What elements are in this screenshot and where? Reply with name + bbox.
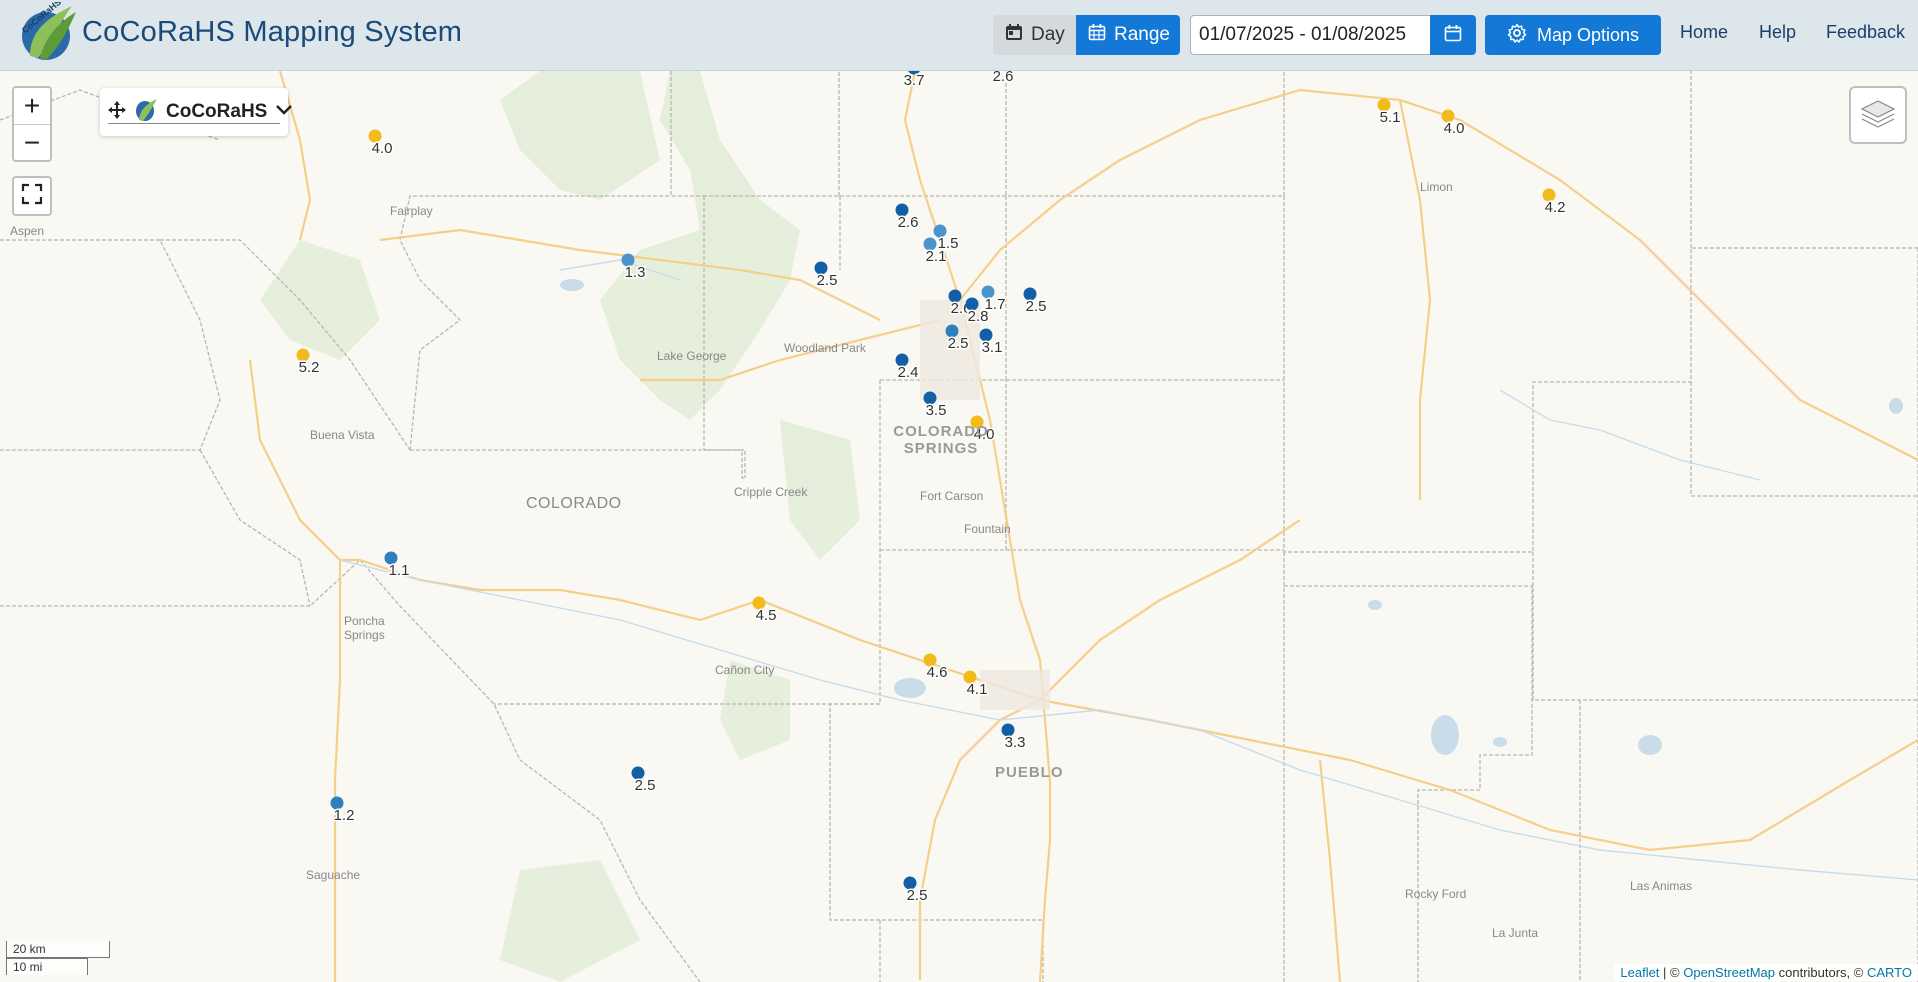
place-label-woodland-park: Woodland Park [784,341,866,355]
station-value-label: 2.5 [817,272,838,289]
app-title: CoCoRaHS Mapping System [82,16,463,48]
brand-underline [108,123,280,124]
place-label-poncha-springs: Poncha Springs [344,614,385,642]
open-calendar-button[interactable] [1430,15,1476,55]
basemap: 3.7 2.64.05.14.04.22.61.52.11.3 2.51.7 2.52… [0,71,1918,982]
attribution-sep: | © [1659,965,1684,980]
gear-icon [1507,23,1527,48]
zoom-in-button[interactable]: + [14,88,50,124]
station-value-label: 2.4 [898,364,919,381]
place-label-limon: Limon [1420,180,1453,194]
station-value-label: 2.5 [907,887,928,904]
openstreetmap-link[interactable]: OpenStreetMap [1683,965,1775,980]
place-label-fort-carson: Fort Carson [920,489,984,503]
brand-label: CoCoRaHS [166,101,268,122]
nav-help-link[interactable]: Help [1759,22,1796,43]
station-value-label: 1.2 [334,807,355,824]
date-range-input[interactable] [1190,15,1431,55]
place-label-colorado: COLORADO [526,495,622,512]
fullscreen-icon [21,183,43,210]
range-mode-button[interactable]: Range [1076,15,1180,55]
zoom-control: + − [12,86,52,162]
station-value-label: 3.1 [982,339,1003,356]
station-value-label: 4.6 [927,664,948,681]
place-label-canon-city: Cañon City [715,663,775,677]
station-value-label: 2.1 [926,248,947,265]
calendar-icon [1444,24,1462,47]
station-value-label: 1.3 [625,264,646,281]
map-options-label: Map Options [1536,24,1640,45]
map-options-button[interactable]: Map Options [1485,15,1661,55]
scale-bar: 20 km 10 mi [6,941,110,975]
map-canvas[interactable]: 3.7 2.6 4.0 5.1 4.0 4.2 2.6 1.5 2.1 1.3 2.5 1.7 2.5 2… [0,71,1918,982]
station-value-label: 2.5 [635,777,656,794]
move-icon [108,100,126,124]
leaflet-link[interactable]: Leaflet [1620,965,1659,980]
station-value-label: 4.5 [756,607,777,624]
station-value-label: 2.6 [898,214,919,231]
fullscreen-button[interactable] [12,176,52,216]
map-attribution: Leaflet | © OpenStreetMap contributors, … [1614,964,1918,981]
brand-dropdown[interactable]: CoCoRaHS [100,88,293,136]
place-label-fountain: Fountain [964,522,1011,536]
station-value-label: 2.5 [948,335,969,352]
station-value-label: 5.2 [299,359,320,376]
station-value-label: 3.7 [904,72,925,89]
scale-mi: 10 mi [6,958,88,975]
station-value-label: 3.3 [1005,734,1026,751]
station-value-label: 3.5 [926,402,947,419]
station-value-label: 4.1 [967,681,988,698]
place-label-las-animas: Las Animas [1630,879,1693,893]
station-value-label: 4.0 [1444,120,1465,137]
app-header: CoCoRaHS CoCoRaHS Mapping System Day Ran… [0,0,1918,71]
place-label-rocky-ford: Rocky Ford [1405,887,1467,901]
day-mode-button[interactable]: Day [993,15,1076,55]
scale-km: 20 km [6,941,110,958]
nav-home-link[interactable]: Home [1680,22,1728,43]
place-label-cripple-creek: Cripple Creek [734,485,808,499]
attribution-contrib: contributors, © [1775,965,1867,980]
mode-toggle: Day Range [993,15,1180,55]
station-value-label: 5.1 [1380,109,1401,126]
station-value-label: 2.5 [1026,298,1047,315]
place-label-saguache: Saguache [306,868,361,882]
place-label-colorado-springs: COLORADO SPRINGS [893,423,989,457]
place-label-pueblo: PUEBLO [995,764,1064,781]
place-label-fairplay: Fairplay [390,204,433,218]
station-value-label: 2.8 [968,308,989,325]
nav-feedback-link[interactable]: Feedback [1826,22,1905,43]
layers-icon [1860,95,1896,136]
calendar-range-icon [1088,23,1106,47]
zoom-out-button[interactable]: − [14,124,50,160]
chevron-down-icon [275,103,293,121]
range-mode-label: Range [1114,24,1170,45]
station-value-label: 1.1 [389,562,410,579]
place-label-aspen: Aspen [10,224,45,238]
cocorahs-logo[interactable]: CoCoRaHS [16,0,80,62]
calendar-day-icon [1005,23,1023,47]
carto-link[interactable]: CARTO [1867,965,1912,980]
station-value-label: 4.0 [372,140,393,157]
day-mode-label: Day [1031,24,1065,45]
station-value-label: 2.6 [993,71,1014,85]
place-label-buena-vista: Buena Vista [310,428,375,442]
place-label-lake-george: Lake George [657,349,727,363]
layers-button[interactable] [1849,86,1907,144]
station-value-label: 4.2 [1545,199,1566,216]
place-label-la-junta: La Junta [1492,926,1539,940]
